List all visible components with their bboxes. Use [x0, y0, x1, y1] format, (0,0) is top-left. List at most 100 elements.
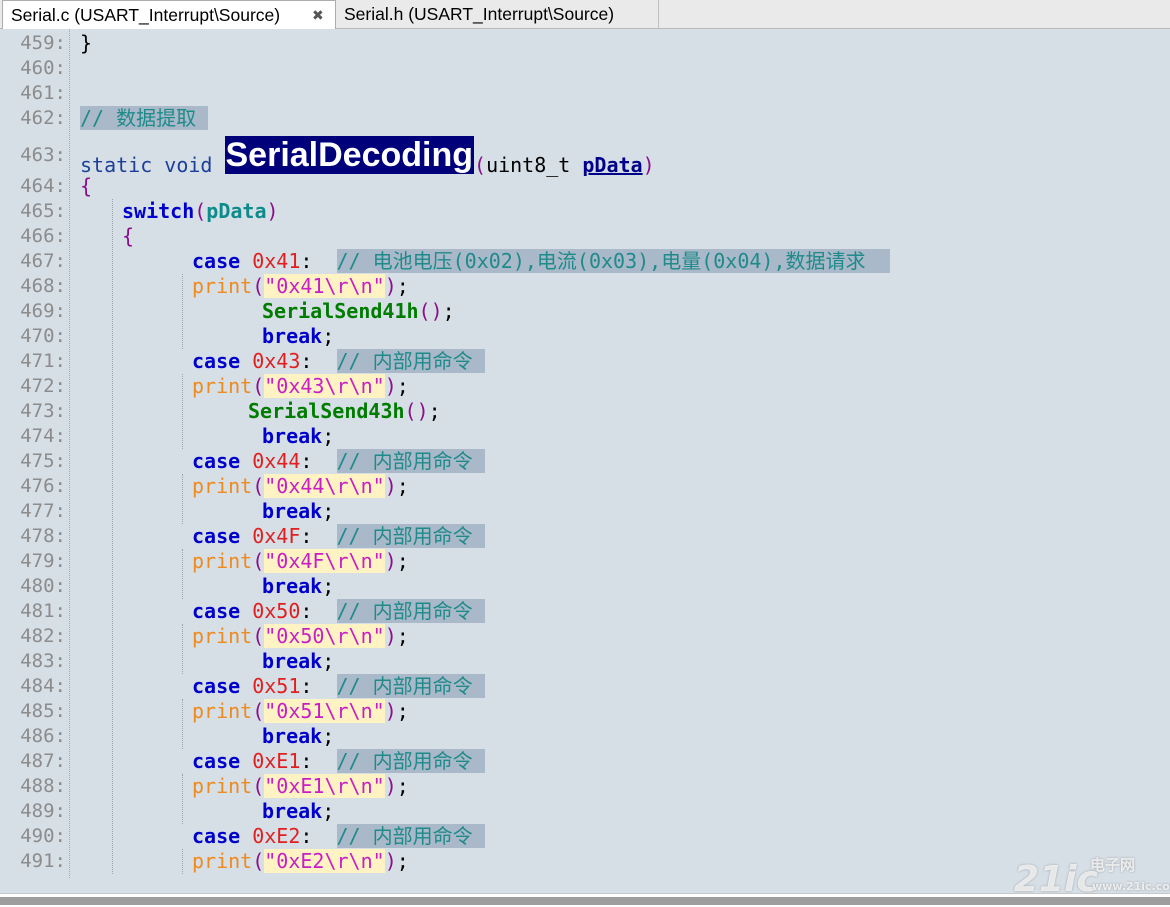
close-icon[interactable]: ✖: [312, 1, 324, 29]
code-token: // 内部用命令: [336, 824, 485, 848]
code-line[interactable]: 472: print("0x43\r\n");: [0, 374, 1170, 399]
code-line[interactable]: 482: print("0x50\r\n");: [0, 624, 1170, 649]
line-number: 475:: [20, 450, 66, 472]
code-line[interactable]: 480: break;: [0, 574, 1170, 599]
code-token: break: [262, 424, 323, 448]
code-token: print: [192, 624, 253, 648]
code-token: ): [384, 549, 397, 573]
code-text: break;: [262, 799, 334, 824]
line-number: 467:: [20, 250, 66, 272]
code-line[interactable]: 474: break;: [0, 424, 1170, 449]
code-line[interactable]: 459:}: [0, 31, 1170, 56]
code-text: SerialSend41h();: [262, 299, 455, 324]
code-line[interactable]: 466: {: [0, 224, 1170, 249]
code-line[interactable]: 468: print("0x41\r\n");: [0, 274, 1170, 299]
code-token: // 内部用命令: [336, 599, 485, 623]
code-text: break;: [262, 324, 334, 349]
code-editor[interactable]: 459:} 460: 461: 462:// 数据提取 463: static void…: [0, 29, 1170, 893]
scrollbar-thumb[interactable]: [0, 897, 1170, 905]
code-text: break;: [262, 724, 334, 749]
code-token: ): [384, 374, 397, 398]
code-line[interactable]: 490: case 0xE2: // 内部用命令: [0, 824, 1170, 849]
code-token: print: [192, 374, 253, 398]
line-number: 460:: [20, 57, 66, 79]
code-line[interactable]: 465: switch(pData): [0, 199, 1170, 224]
code-text: }: [80, 31, 92, 56]
code-line[interactable]: 471: case 0x43: // 内部用命令: [0, 349, 1170, 374]
watermark-logo: 21ic 电子网 www.21ic.com: [1014, 856, 1170, 900]
line-number: 479:: [20, 550, 66, 572]
code-line[interactable]: 470: break;: [0, 324, 1170, 349]
code-token: ;: [396, 774, 409, 798]
code-line[interactable]: 469: SerialSend41h();: [0, 299, 1170, 324]
code-token: (: [252, 774, 265, 798]
code-token: // 内部用命令: [336, 349, 485, 373]
code-token: 0x50: [252, 599, 301, 623]
code-line[interactable]: 464: {: [0, 174, 1170, 199]
code-line[interactable]: 461:: [0, 81, 1170, 106]
code-line[interactable]: 462: // 数据提取: [0, 106, 1170, 131]
line-number: 459:: [20, 32, 66, 54]
code-token: {: [80, 174, 93, 198]
code-token: 0x51: [252, 674, 301, 698]
line-number: 478:: [20, 525, 66, 547]
code-text: case 0x43: // 内部用命令: [192, 349, 485, 374]
code-token: ;: [322, 799, 335, 823]
code-token: ;: [396, 474, 409, 498]
code-line[interactable]: 479: print("0x4F\r\n");: [0, 549, 1170, 574]
code-token: ): [384, 624, 397, 648]
code-line[interactable]: 476: print("0x44\r\n");: [0, 474, 1170, 499]
highlighted-identifier: SerialDecoding: [224, 136, 475, 174]
code-line[interactable]: 477: break;: [0, 499, 1170, 524]
code-token: SerialSend41h: [262, 299, 419, 323]
code-line[interactable]: 486: break;: [0, 724, 1170, 749]
code-line[interactable]: 489: break;: [0, 799, 1170, 824]
code-line[interactable]: 485: print("0x51\r\n");: [0, 699, 1170, 724]
code-token: ;: [322, 574, 335, 598]
code-token: (: [252, 374, 265, 398]
code-token: ;: [322, 649, 335, 673]
code-line[interactable]: 467: case 0x41: // 电池电压(0x02),电流(0x03),电量…: [0, 249, 1170, 274]
line-number: 468:: [20, 275, 66, 297]
code-line[interactable]: 488: print("0xE1\r\n");: [0, 774, 1170, 799]
code-line[interactable]: 491: print("0xE2\r\n");: [0, 849, 1170, 874]
code-line[interactable]: 478: case 0x4F: // 内部用命令: [0, 524, 1170, 549]
code-line[interactable]: 483: break;: [0, 649, 1170, 674]
code-line[interactable]: 473: SerialSend43h();: [0, 399, 1170, 424]
tab-serial-c[interactable]: Serial.c (USART_Interrupt\Source) ✖: [2, 0, 336, 29]
code-token: case: [192, 749, 253, 773]
tab-serial-h[interactable]: Serial.h (USART_Interrupt\Source): [336, 0, 659, 29]
code-token: (: [252, 274, 265, 298]
code-token: ): [384, 774, 397, 798]
code-token: break: [262, 499, 323, 523]
code-token: ;: [322, 724, 335, 748]
line-number: 480:: [20, 575, 66, 597]
line-number: 481:: [20, 600, 66, 622]
code-token: 0xE1: [252, 749, 301, 773]
line-number: 471:: [20, 350, 66, 372]
code-line[interactable]: 484: case 0x51: // 内部用命令: [0, 674, 1170, 699]
line-number: 470:: [20, 325, 66, 347]
line-number: 464:: [20, 175, 66, 197]
code-text: case 0x50: // 内部用命令: [192, 599, 485, 624]
code-token: 0x41: [252, 249, 301, 273]
code-line[interactable]: 481: case 0x50: // 内部用命令: [0, 599, 1170, 624]
code-token: :: [300, 524, 337, 548]
code-token: ;: [322, 424, 335, 448]
code-token: "0xE1\r\n": [264, 774, 385, 798]
editor-tab-bar: Serial.c (USART_Interrupt\Source) ✖ Seri…: [0, 0, 1170, 29]
code-text: print("0x51\r\n");: [192, 699, 409, 724]
code-line[interactable]: 475: case 0x44: // 内部用命令: [0, 449, 1170, 474]
code-line[interactable]: 460:: [0, 56, 1170, 81]
code-text: print("0xE2\r\n");: [192, 849, 409, 874]
code-token: "0x4F\r\n": [264, 549, 385, 573]
code-line[interactable]: 463: static void SerialDecoding(uint8_t p…: [0, 136, 1170, 177]
code-line[interactable]: 487: case 0xE1: // 内部用命令: [0, 749, 1170, 774]
code-token: :: [300, 349, 337, 373]
code-token: (: [252, 474, 265, 498]
line-number: 482:: [20, 625, 66, 647]
code-token: :: [300, 249, 337, 273]
code-text: case 0x51: // 内部用命令: [192, 674, 485, 699]
horizontal-scrollbar[interactable]: [0, 893, 1170, 907]
line-number: 474:: [20, 425, 66, 447]
